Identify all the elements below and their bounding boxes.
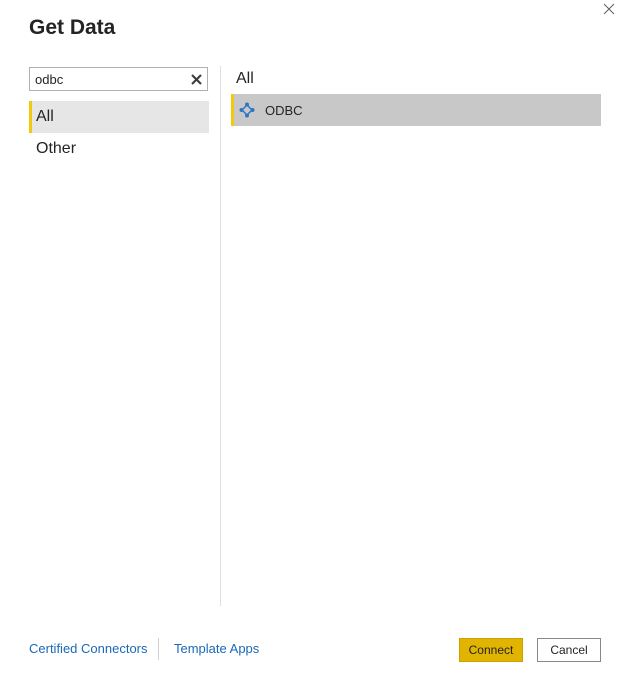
close-icon [603,3,615,15]
search-box [29,67,208,91]
connect-button[interactable]: Connect [459,638,523,662]
result-item-odbc[interactable]: ODBC [231,94,601,126]
close-button[interactable] [598,0,620,18]
certified-connectors-link[interactable]: Certified Connectors [29,641,148,657]
results-header: All [236,70,254,87]
results-list: ODBC [231,94,601,126]
category-item-other[interactable]: Other [29,133,209,165]
clear-search-button[interactable] [188,71,204,87]
get-data-dialog: Get Data All Other All [0,0,624,683]
result-label: ODBC [265,102,303,118]
cancel-button[interactable]: Cancel [537,638,601,662]
panel-divider [220,66,221,606]
template-apps-link[interactable]: Template Apps [174,641,259,657]
search-input[interactable] [30,68,185,90]
footer-separator [158,638,159,660]
category-label: Other [36,140,77,157]
dialog-title: Get Data [29,16,116,39]
odbc-connector-icon [239,102,255,118]
category-label: All [36,108,54,125]
category-item-all[interactable]: All [29,101,209,133]
category-list: All Other [29,101,209,165]
clear-icon [190,73,202,85]
